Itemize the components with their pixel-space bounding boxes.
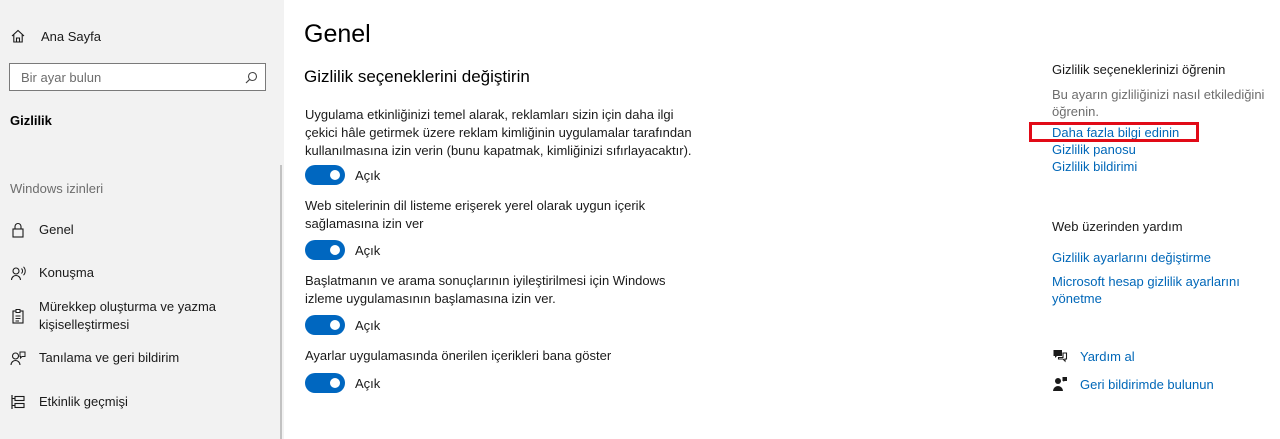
section-heading: Gizlilik seçeneklerini değiştirin (304, 67, 530, 86)
get-help-label: Yardım al (1080, 348, 1135, 364)
sidebar-item-label: Tanılama ve geri bildirim (39, 350, 180, 365)
give-feedback-label: Geri bildirimde bulunun (1080, 376, 1214, 392)
learn-heading: Gizlilik seçeneklerinizi öğrenin (1052, 62, 1226, 77)
search-placeholder: Bir ayar bulun (21, 70, 102, 85)
privacy-statement-link[interactable]: Gizlilik bildirimi (1052, 158, 1137, 175)
language-list-toggle[interactable]: Açık (305, 240, 380, 260)
sidebar-item-label: Mürekkep oluşturma ve yazma kişiselleşti… (39, 299, 217, 332)
highlight-box (1029, 122, 1199, 142)
get-help-link[interactable]: Yardım al (1052, 348, 1135, 364)
toggle-knob (330, 320, 340, 330)
speech-icon (10, 265, 26, 281)
ad-id-toggle[interactable]: Açık (305, 165, 380, 185)
home-nav-item[interactable]: Ana Sayfa (10, 26, 101, 46)
setting-description: Uygulama etkinliğinizi temel alarak, rek… (305, 107, 692, 158)
page-title: Genel (304, 20, 371, 48)
home-label: Ana Sayfa (41, 28, 101, 44)
feedback-icon (10, 350, 26, 366)
sidebar-item-label: Genel (39, 222, 74, 237)
setting-description: Ayarlar uygulamasında önerilen içerikler… (305, 348, 612, 363)
sidebar-item-genel[interactable]: Genel (10, 221, 74, 239)
toggle-state: Açık (355, 317, 381, 333)
sidebar-item-label: Konuşma (39, 265, 94, 280)
sidebar-item-label: Etkinlik geçmişi (39, 394, 128, 409)
sidebar-item-konusma[interactable]: Konuşma (10, 264, 94, 282)
setting-description: Başlatmanın ve arama sonuçlarının iyileş… (305, 273, 666, 306)
privacy-dashboard-link[interactable]: Gizlilik panosu (1052, 141, 1136, 158)
app-launch-tracking-toggle[interactable]: Açık (305, 315, 380, 335)
toggle-knob (330, 245, 340, 255)
group-header: Windows izinleri (10, 181, 104, 196)
toggle-knob (330, 170, 340, 180)
manage-account-privacy-link[interactable]: Microsoft hesap gizlilik ayarlarını yöne… (1052, 273, 1252, 307)
toggle-switch[interactable] (305, 165, 345, 185)
learn-text: Bu ayarın gizliliğinizi nasıl etkilediği… (1052, 87, 1265, 119)
sidebar: Ana Sayfa Bir ayar bulun Gizlilik Window… (0, 0, 284, 439)
suggested-content-toggle[interactable]: Açık (305, 373, 380, 393)
sidebar-scrollbar[interactable] (280, 165, 282, 439)
timeline-icon (10, 394, 26, 410)
search-input[interactable]: Bir ayar bulun (9, 63, 266, 91)
search-icon[interactable] (243, 70, 259, 86)
toggle-knob (330, 378, 340, 388)
change-privacy-settings-link[interactable]: Gizlilik ayarlarını değiştirme (1052, 249, 1211, 266)
toggle-state: Açık (355, 242, 381, 258)
toggle-state: Açık (355, 375, 381, 391)
sidebar-item-etkinlik[interactable]: Etkinlik geçmişi (10, 393, 128, 411)
give-feedback-link[interactable]: Geri bildirimde bulunun (1052, 376, 1214, 392)
toggle-state: Açık (355, 167, 381, 183)
feedback-person-icon (1052, 376, 1068, 392)
toggle-switch[interactable] (305, 315, 345, 335)
home-icon (10, 28, 26, 44)
sidebar-item-tanilama[interactable]: Tanılama ve geri bildirim (10, 349, 179, 367)
clipboard-icon (10, 308, 26, 324)
web-help-heading: Web üzerinden yardım (1052, 219, 1183, 234)
toggle-switch[interactable] (305, 373, 345, 393)
section-title: Gizlilik (10, 113, 52, 128)
help-chat-icon (1052, 348, 1068, 364)
lock-icon (10, 222, 26, 238)
setting-description: Web sitelerinin dil listeme erişerek yer… (305, 198, 646, 231)
sidebar-item-murekkep[interactable]: Mürekkep oluşturma ve yazma kişiselleşti… (10, 298, 229, 334)
toggle-switch[interactable] (305, 240, 345, 260)
